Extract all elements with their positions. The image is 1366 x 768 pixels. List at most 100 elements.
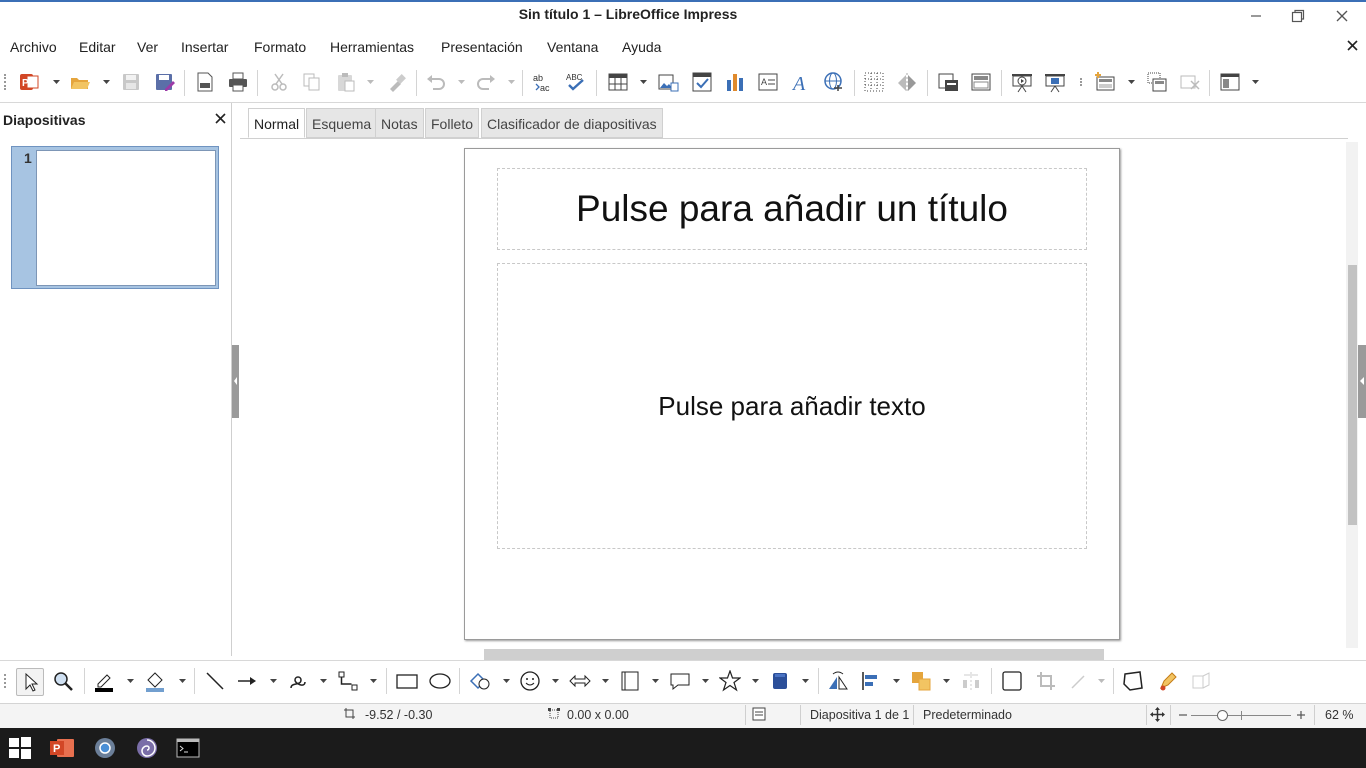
cut-button[interactable] (267, 70, 291, 94)
shadow-button[interactable] (999, 668, 1025, 694)
table-dropdown[interactable] (639, 77, 647, 87)
undo-button[interactable] (424, 70, 448, 94)
menu-ventana[interactable]: Ventana (547, 39, 598, 55)
toolbar-handle[interactable] (4, 74, 9, 90)
slides-pane-close-button[interactable] (215, 111, 226, 128)
paste-dropdown[interactable] (366, 77, 374, 87)
open-button[interactable] (68, 70, 92, 94)
print-button[interactable] (226, 70, 250, 94)
arrow-tool-button[interactable] (234, 668, 260, 694)
arrange-button[interactable] (908, 668, 934, 694)
insert-textbox-button[interactable]: A (756, 70, 780, 94)
fill-color-dropdown[interactable] (178, 676, 186, 686)
delete-slide-button[interactable] (1178, 70, 1202, 94)
display-grid-button[interactable] (862, 70, 886, 94)
filter-button[interactable] (1066, 668, 1092, 694)
stars-dropdown[interactable] (751, 676, 759, 686)
save-as-button[interactable] (153, 70, 177, 94)
menu-editar[interactable]: Editar (79, 39, 116, 55)
filter-dropdown[interactable] (1097, 676, 1105, 686)
3d-objects-button[interactable] (767, 668, 793, 694)
toolbar-handle[interactable] (4, 674, 8, 688)
helplines-button[interactable] (895, 70, 919, 94)
tab-clasificador[interactable]: Clasificador de diapositivas (481, 108, 663, 138)
duplicate-slide-button[interactable] (1145, 70, 1169, 94)
basic-shapes-button[interactable] (467, 668, 493, 694)
vertical-scrollbar-thumb[interactable] (1348, 265, 1357, 525)
start-current-slide-button[interactable] (1043, 70, 1067, 94)
flip-button[interactable] (825, 668, 851, 694)
document-modified-icon[interactable] (752, 707, 766, 724)
new-slide-button[interactable] (1093, 70, 1117, 94)
callouts-button[interactable] (667, 668, 693, 694)
hyperlink-button[interactable] (822, 70, 846, 94)
crop-button[interactable] (1033, 668, 1059, 694)
display-views-dropdown[interactable] (1251, 77, 1259, 87)
menu-presentacion[interactable]: Presentación (441, 39, 523, 55)
menu-insertar[interactable]: Insertar (181, 39, 228, 55)
open-dropdown[interactable] (102, 77, 110, 87)
line-tool-button[interactable] (202, 668, 228, 694)
close-document-button[interactable] (1347, 38, 1358, 54)
basic-shapes-dropdown[interactable] (502, 676, 510, 686)
arrow-dropdown[interactable] (269, 676, 277, 686)
select-tool-button[interactable] (16, 668, 44, 696)
start-first-slide-button[interactable] (1010, 70, 1034, 94)
block-arrows-button[interactable] (567, 668, 593, 694)
connector-dropdown[interactable] (369, 676, 377, 686)
spelling-button[interactable]: ABC (564, 70, 588, 94)
align-objects-dropdown[interactable] (892, 676, 900, 686)
taskbar-browser[interactable] (89, 732, 121, 764)
3d-objects-dropdown[interactable] (801, 676, 809, 686)
menu-ver[interactable]: Ver (137, 39, 158, 55)
clone-formatting-button[interactable] (385, 70, 409, 94)
zoom-slider-handle[interactable] (1217, 710, 1228, 721)
tab-esquema[interactable]: Esquema (306, 108, 378, 138)
tab-folleto[interactable]: Folleto (425, 108, 480, 138)
slide-layout-button[interactable] (969, 70, 993, 94)
slide-thumbnail-1[interactable]: 1 (11, 146, 219, 289)
zoom-in-button[interactable] (1296, 708, 1306, 724)
taskbar-terminal[interactable] (172, 732, 204, 764)
new-dropdown[interactable] (52, 77, 60, 87)
display-views-button[interactable] (1218, 70, 1242, 94)
insert-chart-button[interactable] (723, 70, 747, 94)
glue-points-button[interactable] (1155, 668, 1181, 694)
symbol-shapes-button[interactable] (517, 668, 543, 694)
new-button[interactable]: P (17, 70, 41, 94)
points-button[interactable] (1120, 668, 1146, 694)
symbol-shapes-dropdown[interactable] (551, 676, 559, 686)
start-button[interactable] (4, 732, 36, 764)
menu-herramientas[interactable]: Herramientas (330, 39, 414, 55)
horizontal-scrollbar-thumb[interactable] (484, 649, 1104, 660)
status-zoom[interactable]: 62 % (1325, 708, 1354, 722)
master-slide-button[interactable] (936, 70, 960, 94)
slides-pane-collapse-handle[interactable] (232, 345, 239, 418)
curve-tool-button[interactable] (285, 668, 311, 694)
menu-ayuda[interactable]: Ayuda (622, 39, 661, 55)
redo-dropdown[interactable] (507, 77, 515, 87)
paste-button[interactable] (334, 70, 358, 94)
copy-button[interactable] (300, 70, 324, 94)
close-button[interactable] (1322, 4, 1362, 28)
fit-slide-button[interactable] (1150, 707, 1165, 725)
save-button[interactable] (119, 70, 143, 94)
line-color-button[interactable] (91, 668, 117, 694)
minimize-button[interactable] (1236, 4, 1276, 28)
taskbar-media-app[interactable] (131, 732, 163, 764)
ellipse-tool-button[interactable] (427, 668, 453, 694)
fontwork-button[interactable]: A (789, 70, 813, 94)
connector-tool-button[interactable] (335, 668, 361, 694)
menu-archivo[interactable]: Archivo (10, 39, 57, 55)
stars-button[interactable] (717, 668, 743, 694)
toggle-extrusion-button[interactable] (1188, 668, 1214, 694)
maximize-button[interactable] (1278, 4, 1318, 28)
menu-formato[interactable]: Formato (254, 39, 306, 55)
zoom-pan-button[interactable] (50, 668, 76, 694)
distribute-button[interactable] (958, 668, 984, 694)
tab-notas[interactable]: Notas (375, 108, 424, 138)
curve-dropdown[interactable] (319, 676, 327, 686)
undo-dropdown[interactable] (457, 77, 465, 87)
toolbar-handle[interactable] (1080, 78, 1084, 86)
block-arrows-dropdown[interactable] (601, 676, 609, 686)
